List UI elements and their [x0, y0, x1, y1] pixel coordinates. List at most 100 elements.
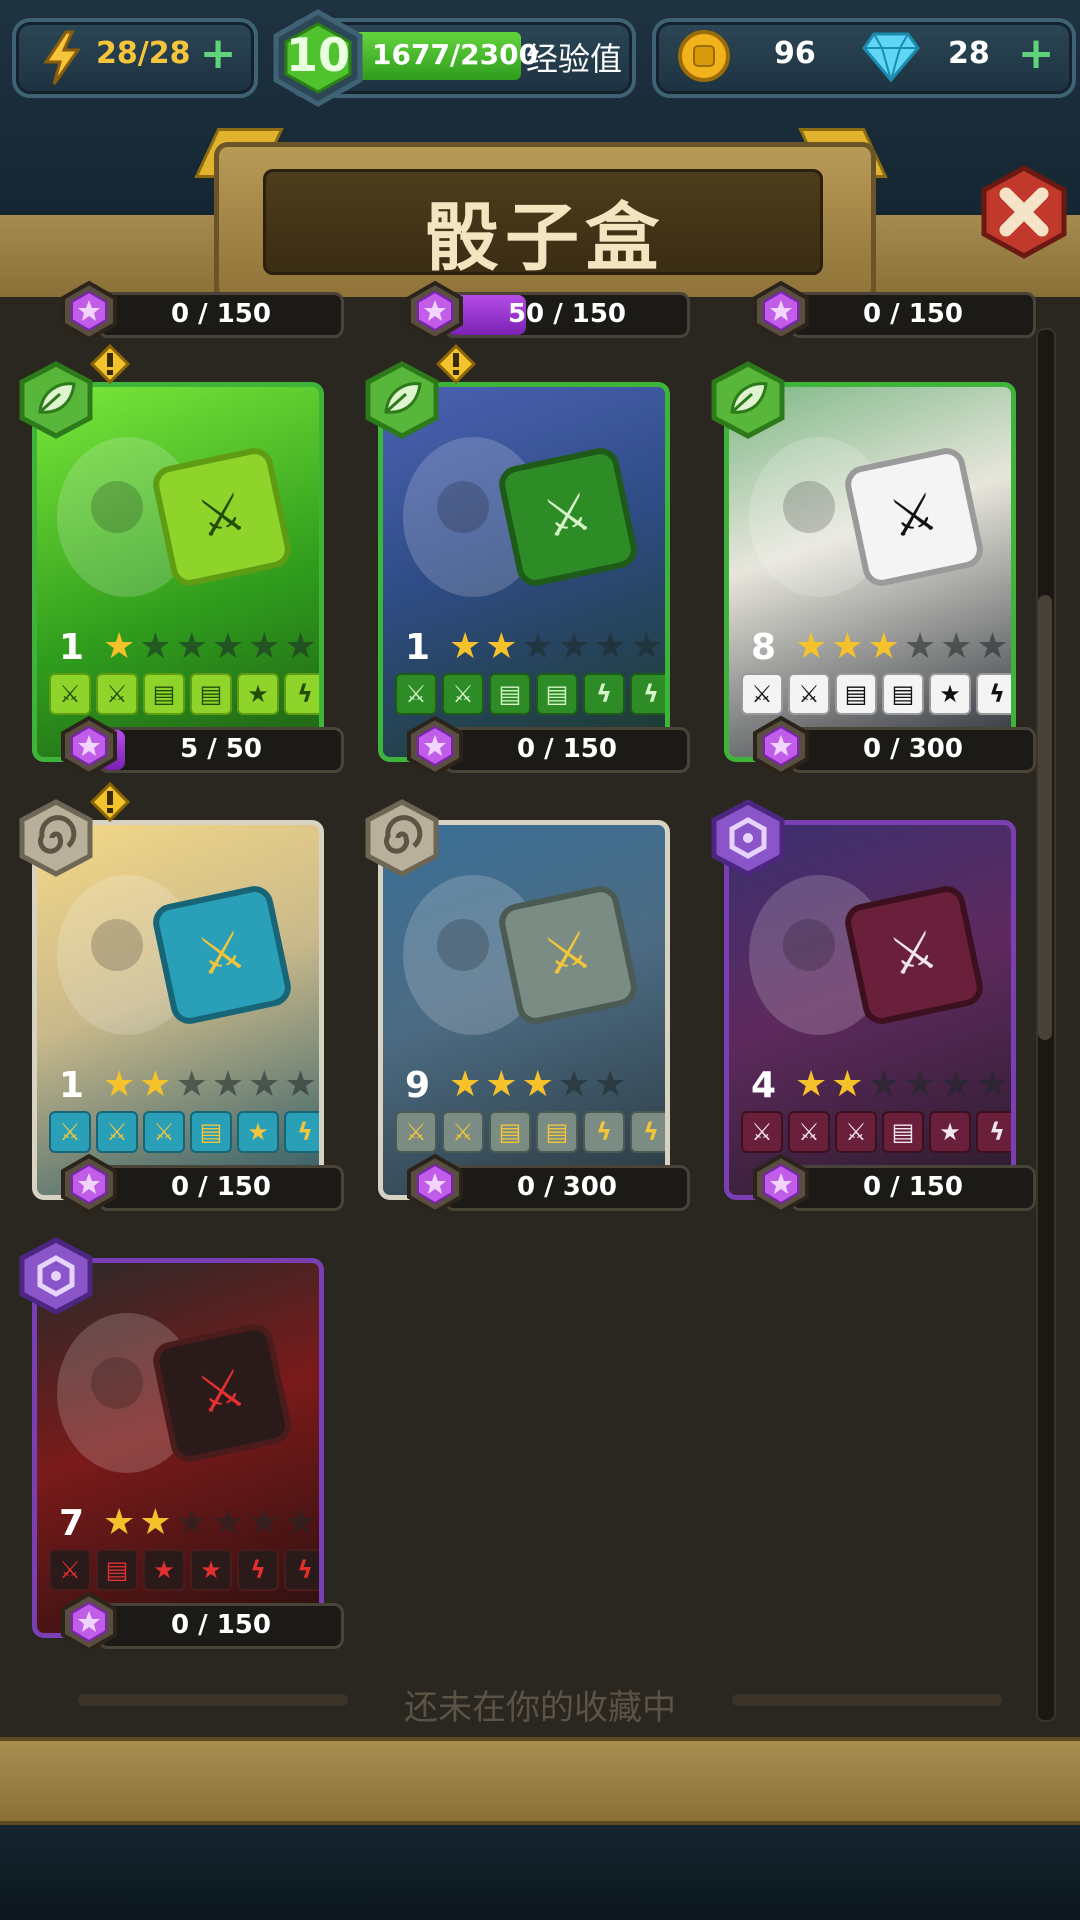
card-progress-text: 0 / 150 — [171, 1172, 271, 1202]
star-icon: ★ — [630, 626, 663, 667]
star-icon: ★ — [103, 1064, 136, 1105]
nature-element-icon — [711, 361, 785, 439]
card-progress-text: 0 / 150 — [863, 1172, 963, 1202]
dice-face-icon: ϟ — [630, 1111, 665, 1153]
dice-face-icon: ▤ — [96, 1549, 138, 1591]
dice-faces-row: ⚔ ⚔ ▤ ▤ ϟ ϟ — [395, 1111, 665, 1153]
star-icon: ★ — [867, 1064, 900, 1105]
dice-face-icon: ★ — [929, 1111, 971, 1153]
dice-face-icon: ⚔ — [49, 1111, 91, 1153]
star-icon: ★ — [449, 626, 482, 667]
dice-face-icon: ⚔ — [49, 1549, 91, 1591]
card-progress-text: 50 / 150 — [507, 299, 627, 329]
star-icon: ★ — [903, 626, 937, 667]
star-icon: ★ — [248, 1064, 281, 1105]
currency-bar[interactable]: 96 28 + — [652, 18, 1076, 98]
star-icon: ★ — [139, 1502, 172, 1543]
dice-face-icon: ▤ — [190, 673, 232, 715]
dice-face-icon: ★ — [929, 673, 971, 715]
card-progress-text: 0 / 300 — [863, 734, 963, 764]
star-icon: ★ — [795, 626, 828, 667]
dice-level: 1 — [59, 627, 85, 668]
air-element-icon — [365, 799, 439, 877]
star-icon: ★ — [521, 626, 554, 667]
dice-face-icon: ★ — [143, 1549, 185, 1591]
dice-face-icon: ϟ — [583, 1111, 625, 1153]
card-progress-bar: 0 / 150 — [444, 727, 690, 773]
card-progress-text: 0 / 150 — [863, 299, 963, 329]
dice-face-icon: ★ — [237, 673, 279, 715]
energy-counter[interactable]: 28/28 + — [12, 18, 258, 98]
dice-face-icon: ϟ — [976, 673, 1011, 715]
star-icon: ★ — [557, 626, 591, 667]
scrollbar-thumb[interactable] — [1038, 595, 1052, 1040]
close-button[interactable] — [976, 164, 1072, 260]
card-progress-text: 0 / 300 — [517, 1172, 617, 1202]
star-rating: ★ ★ ★ ★ ★ — [449, 1065, 626, 1105]
star-icon: ★ — [248, 1502, 281, 1543]
star-icon: ★ — [940, 626, 973, 667]
dice-face-icon: ⚔ — [395, 673, 437, 715]
card-progress-bar: 0 / 150 — [98, 1603, 344, 1649]
dice-face-icon: ⚔ — [442, 1111, 484, 1153]
dice-level: 1 — [59, 1065, 85, 1106]
add-currency-button[interactable]: + — [1016, 32, 1056, 76]
dice-face-icon: ⚔ — [442, 673, 484, 715]
dice-face-icon: ⚔ — [741, 673, 783, 715]
diamond-icon — [862, 32, 920, 82]
star-icon: ★ — [449, 1064, 482, 1105]
card-progress-bar: 0 / 300 — [444, 1165, 690, 1211]
dice-faces-row: ⚔ ⚔ ▤ ▤ ϟ ϟ — [395, 673, 665, 715]
nature-element-icon — [365, 361, 439, 439]
dice-shard-icon — [753, 280, 809, 342]
xp-label: 经验值 — [526, 40, 623, 78]
add-energy-button[interactable]: + — [198, 32, 238, 76]
star-rating: ★ ★ ★ ★ ★ ★ — [795, 627, 1009, 667]
dice-face-icon: ⚔ — [96, 673, 138, 715]
footer-wood-band — [0, 1737, 1080, 1825]
alert-icon — [436, 344, 476, 384]
star-icon: ★ — [831, 1064, 864, 1105]
star-icon: ★ — [485, 626, 518, 667]
card-progress-text: 0 / 150 — [517, 734, 617, 764]
dice-level: 7 — [59, 1503, 85, 1544]
dice-face-icon: ▤ — [835, 673, 877, 715]
dice-level: 9 — [405, 1065, 431, 1106]
star-rating: ★ ★ ★ ★ ★ ★ — [103, 1503, 317, 1543]
dice-face-icon: ★ — [237, 1111, 279, 1153]
star-icon: ★ — [211, 1502, 245, 1543]
dice-shard-icon — [61, 1153, 117, 1215]
energy-bolt-icon — [43, 30, 81, 85]
dice-face-icon: ϟ — [237, 1549, 279, 1591]
player-level: 10 — [285, 28, 350, 82]
coin-count: 96 — [774, 36, 816, 71]
star-icon: ★ — [795, 1064, 828, 1105]
card-progress-bar: 0 / 150 — [98, 292, 344, 338]
star-icon: ★ — [211, 626, 245, 667]
star-icon: ★ — [103, 626, 136, 667]
dice-shard-icon — [61, 715, 117, 777]
star-icon: ★ — [831, 626, 864, 667]
xp-value: 1677/2300 — [372, 38, 539, 71]
star-icon: ★ — [976, 1064, 1009, 1105]
dice-shard-icon — [753, 715, 809, 777]
dice-face-icon: ϟ — [284, 673, 319, 715]
not-in-collection-label: 还未在你的收藏中 — [404, 1688, 676, 1728]
dice-face-icon: ⚔ — [788, 1111, 830, 1153]
card-progress-bar: 0 / 150 — [790, 292, 1036, 338]
star-icon: ★ — [867, 626, 900, 667]
dice-face-icon: ⚔ — [741, 1111, 783, 1153]
star-icon: ★ — [139, 626, 172, 667]
star-icon: ★ — [248, 626, 281, 667]
dice-face-icon: ▤ — [536, 1111, 578, 1153]
dice-faces-row: ⚔ ▤ ★ ★ ϟ ϟ — [49, 1549, 319, 1591]
star-icon: ★ — [284, 1502, 317, 1543]
coin-icon — [678, 30, 730, 82]
star-icon: ★ — [103, 1502, 136, 1543]
dice-faces-row: ⚔ ⚔ ▤ ▤ ★ ϟ — [741, 673, 1011, 715]
dice-face-icon: ϟ — [583, 673, 625, 715]
dice-face-icon: ▤ — [882, 1111, 924, 1153]
gem-count: 28 — [948, 36, 990, 71]
star-icon: ★ — [175, 1502, 208, 1543]
dice-face-icon: ▤ — [489, 1111, 531, 1153]
